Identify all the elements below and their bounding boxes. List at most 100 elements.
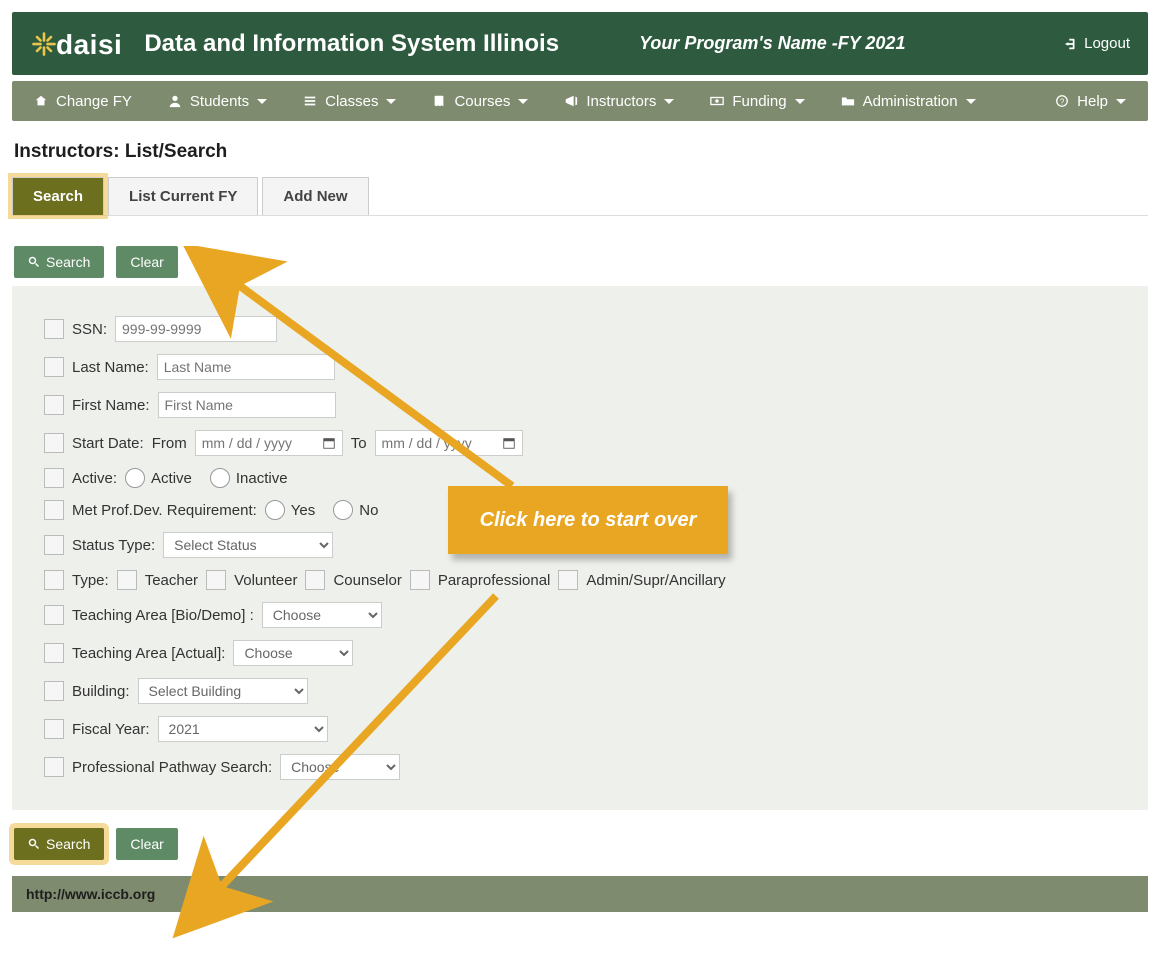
- home-icon: [34, 94, 48, 108]
- nav-instructors[interactable]: Instructors: [546, 81, 692, 121]
- navbar: Change FY Students Classes Courses Instr…: [12, 81, 1148, 121]
- checkbox-status-type[interactable]: [44, 535, 64, 555]
- input-last-name[interactable]: [157, 354, 335, 380]
- nav-instructors-label: Instructors: [586, 93, 656, 110]
- label-admin: Admin/Supr/Ancillary: [586, 572, 725, 589]
- label-start-date: Start Date:: [72, 435, 144, 452]
- input-date-to[interactable]: [375, 430, 523, 456]
- select-fiscal-year[interactable]: 2021: [158, 716, 328, 742]
- footer-url: http://www.iccb.org: [12, 876, 1148, 912]
- checkbox-pp-search[interactable]: [44, 757, 64, 777]
- nav-funding-label: Funding: [732, 93, 786, 110]
- checkbox-teacher[interactable]: [117, 570, 137, 590]
- row-fiscal-year: Fiscal Year: 2021: [44, 716, 1116, 742]
- label-pp-search: Professional Pathway Search:: [72, 759, 272, 776]
- nav-funding[interactable]: Funding: [692, 81, 822, 121]
- label-yes: Yes: [291, 502, 315, 519]
- radio-yes[interactable]: [265, 500, 285, 520]
- input-date-from[interactable]: [195, 430, 343, 456]
- checkbox-volunteer[interactable]: [206, 570, 226, 590]
- caret-down-icon: [257, 99, 267, 104]
- label-volunteer: Volunteer: [234, 572, 297, 589]
- caret-down-icon: [386, 99, 396, 104]
- nav-classes[interactable]: Classes: [285, 81, 414, 121]
- row-first-name: First Name:: [44, 392, 1116, 418]
- checkbox-first-name[interactable]: [44, 395, 64, 415]
- label-no: No: [359, 502, 378, 519]
- row-ssn: SSN:: [44, 316, 1116, 342]
- label-teacher: Teacher: [145, 572, 198, 589]
- select-teach-actual[interactable]: Choose: [233, 640, 353, 666]
- label-status-type: Status Type:: [72, 537, 155, 554]
- checkbox-teach-actual[interactable]: [44, 643, 64, 663]
- checkbox-active[interactable]: [44, 468, 64, 488]
- logout-label: Logout: [1084, 35, 1130, 52]
- select-status-type[interactable]: Select Status: [163, 532, 333, 558]
- checkbox-last-name[interactable]: [44, 357, 64, 377]
- label-from: From: [152, 435, 187, 452]
- checkbox-ssn[interactable]: [44, 319, 64, 339]
- bottom-button-row: Search Clear: [14, 828, 1148, 860]
- tab-list-current-fy[interactable]: List Current FY: [108, 177, 258, 215]
- tab-search[interactable]: Search: [12, 177, 104, 215]
- money-icon: [710, 94, 724, 108]
- row-pp-search: Professional Pathway Search: Choose: [44, 754, 1116, 780]
- nav-courses[interactable]: Courses: [414, 81, 546, 121]
- logo-icon: [30, 30, 58, 58]
- input-first-name[interactable]: [158, 392, 336, 418]
- checkbox-met-pd[interactable]: [44, 500, 64, 520]
- label-building: Building:: [72, 683, 130, 700]
- search-button-top[interactable]: Search: [14, 246, 104, 278]
- caret-down-icon: [966, 99, 976, 104]
- nav-classes-label: Classes: [325, 93, 378, 110]
- book-icon: [432, 94, 446, 108]
- label-paraprofessional: Paraprofessional: [438, 572, 551, 589]
- clear-button-bottom[interactable]: Clear: [116, 828, 177, 860]
- checkbox-teach-bio[interactable]: [44, 605, 64, 625]
- checkbox-building[interactable]: [44, 681, 64, 701]
- label-active: Active:: [72, 470, 117, 487]
- label-teach-actual: Teaching Area [Actual]:: [72, 645, 225, 662]
- checkbox-admin[interactable]: [558, 570, 578, 590]
- search-icon: [28, 256, 40, 268]
- top-button-row: Search Clear: [14, 246, 1148, 278]
- radio-active[interactable]: [125, 468, 145, 488]
- input-ssn[interactable]: [115, 316, 277, 342]
- program-name: Your Program's Name -FY 2021: [639, 33, 905, 54]
- checkbox-type[interactable]: [44, 570, 64, 590]
- nav-help[interactable]: ? Help: [1037, 81, 1144, 121]
- logout-icon: [1064, 37, 1078, 51]
- select-teach-bio[interactable]: Choose: [262, 602, 382, 628]
- nav-students[interactable]: Students: [150, 81, 285, 121]
- label-first-name: First Name:: [72, 397, 150, 414]
- nav-administration-label: Administration: [863, 93, 958, 110]
- checkbox-counselor[interactable]: [305, 570, 325, 590]
- row-teach-bio: Teaching Area [Bio/Demo] : Choose: [44, 602, 1116, 628]
- search-button-bottom[interactable]: Search: [14, 828, 104, 860]
- radio-inactive[interactable]: [210, 468, 230, 488]
- folder-icon: [841, 94, 855, 108]
- nav-courses-label: Courses: [454, 93, 510, 110]
- clear-button-top[interactable]: Clear: [116, 246, 177, 278]
- row-last-name: Last Name:: [44, 354, 1116, 380]
- search-icon: [28, 838, 40, 850]
- logout-link[interactable]: Logout: [1064, 35, 1130, 52]
- header-bar: daisi Data and Information System Illino…: [12, 12, 1148, 75]
- checkbox-start-date[interactable]: [44, 433, 64, 453]
- label-fiscal-year: Fiscal Year:: [72, 721, 150, 738]
- tab-add-new[interactable]: Add New: [262, 177, 368, 215]
- list-icon: [303, 94, 317, 108]
- label-counselor: Counselor: [333, 572, 401, 589]
- checkbox-fiscal-year[interactable]: [44, 719, 64, 739]
- nav-students-label: Students: [190, 93, 249, 110]
- checkbox-paraprofessional[interactable]: [410, 570, 430, 590]
- radio-no[interactable]: [333, 500, 353, 520]
- nav-administration[interactable]: Administration: [823, 81, 994, 121]
- select-building[interactable]: Select Building: [138, 678, 308, 704]
- logo-text: daisi: [56, 29, 122, 61]
- select-pp-search[interactable]: Choose: [280, 754, 400, 780]
- clear-button-label: Clear: [130, 836, 163, 852]
- nav-change-fy[interactable]: Change FY: [16, 81, 150, 121]
- row-building: Building: Select Building: [44, 678, 1116, 704]
- label-last-name: Last Name:: [72, 359, 149, 376]
